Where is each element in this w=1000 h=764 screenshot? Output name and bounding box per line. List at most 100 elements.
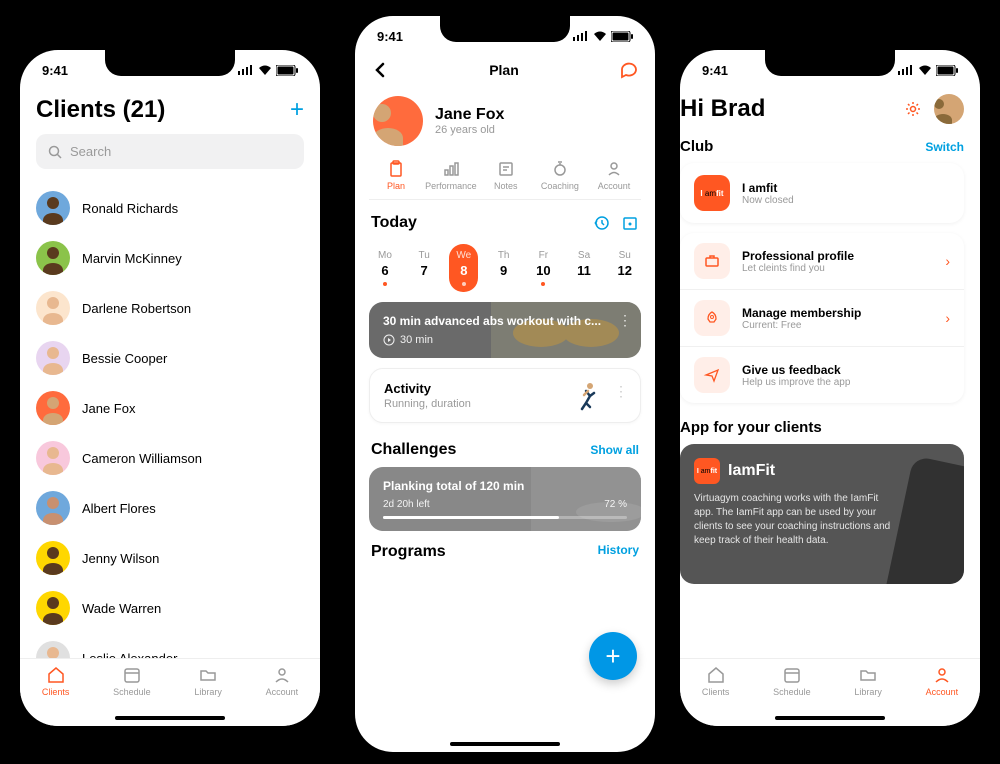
chevron-right-icon: › bbox=[945, 253, 950, 269]
programs-section: Programs History bbox=[369, 531, 641, 621]
tab-notes[interactable]: Notes bbox=[481, 160, 531, 199]
wifi-icon bbox=[918, 65, 932, 75]
day-pill[interactable]: Tu 7 bbox=[412, 244, 437, 292]
client-item[interactable]: Darlene Robertson bbox=[36, 283, 304, 333]
calendar-icon bbox=[782, 665, 802, 685]
day-dot-icon bbox=[541, 282, 545, 286]
signal-icon bbox=[238, 65, 254, 75]
nav-library[interactable]: Library bbox=[854, 665, 882, 712]
history-icon[interactable] bbox=[593, 214, 611, 232]
client-name: Darlene Robertson bbox=[82, 301, 191, 316]
search-input[interactable]: Search bbox=[36, 134, 304, 169]
client-name: Bessie Cooper bbox=[82, 351, 167, 366]
client-item[interactable]: Ronald Richards bbox=[36, 183, 304, 233]
day-num: 6 bbox=[381, 263, 388, 278]
battery-icon bbox=[611, 31, 633, 42]
client-avatar bbox=[36, 391, 70, 425]
person-icon bbox=[272, 665, 292, 685]
progress-fill bbox=[383, 516, 559, 519]
day-abbr: Su bbox=[619, 250, 631, 261]
activity-card[interactable]: Activity Running, duration ⋮ bbox=[369, 368, 641, 423]
back-button[interactable] bbox=[371, 61, 389, 79]
client-item[interactable]: Albert Flores bbox=[36, 483, 304, 533]
nav-account[interactable]: Account bbox=[926, 665, 959, 712]
briefcase-icon bbox=[694, 243, 730, 279]
day-abbr: Tu bbox=[419, 250, 430, 261]
client-item[interactable]: Wade Warren bbox=[36, 583, 304, 633]
day-dot-icon bbox=[383, 282, 387, 286]
nav-schedule[interactable]: Schedule bbox=[773, 665, 811, 712]
client-avatar bbox=[36, 591, 70, 625]
phone-account: 9:41 Hi Brad Club Switch bbox=[668, 38, 992, 738]
club-card-top: I amfit I amfit Now closed bbox=[680, 163, 964, 223]
nav-library[interactable]: Library bbox=[194, 665, 222, 712]
today-section: Today bbox=[369, 200, 641, 240]
day-pill[interactable]: Th9 bbox=[491, 244, 517, 292]
day-pill[interactable]: Mo6 bbox=[371, 244, 399, 292]
plan-header: Plan bbox=[369, 56, 641, 88]
nav-clients[interactable]: Clients bbox=[42, 665, 70, 712]
profile-row[interactable]: Jane Fox 26 years old bbox=[369, 88, 641, 160]
person-icon bbox=[605, 160, 623, 178]
gear-icon[interactable] bbox=[904, 100, 922, 118]
day-pill[interactable]: We8 bbox=[449, 244, 478, 292]
challenge-card[interactable]: Planking total of 120 min 2d 20h left 72… bbox=[369, 467, 641, 531]
activity-menu-icon[interactable]: ⋮ bbox=[614, 383, 628, 400]
client-avatar bbox=[36, 441, 70, 475]
club-item-membership[interactable]: Manage membership Current: Free › bbox=[680, 290, 964, 347]
workout-menu-icon[interactable]: ⋮ bbox=[618, 312, 631, 329]
calendar-add-icon[interactable] bbox=[621, 214, 639, 232]
progress-bar bbox=[383, 516, 627, 519]
day-pill[interactable]: Su12 bbox=[611, 244, 639, 292]
tab-coaching[interactable]: Coaching bbox=[535, 160, 585, 199]
wifi-icon bbox=[258, 65, 272, 75]
day-pill[interactable]: Fr10 bbox=[529, 244, 557, 292]
club-item-profile[interactable]: Professional profile Let cleints find yo… bbox=[680, 233, 964, 290]
nav-schedule[interactable]: Schedule bbox=[113, 665, 151, 712]
clipboard-icon bbox=[387, 160, 405, 178]
challenges-title: Challenges bbox=[371, 441, 456, 459]
nav-account[interactable]: Account bbox=[266, 665, 299, 712]
club-item-feedback[interactable]: Give us feedback Help us improve the app bbox=[680, 347, 964, 403]
nav-clients[interactable]: Clients bbox=[702, 665, 730, 712]
tab-plan[interactable]: Plan bbox=[371, 160, 421, 199]
user-avatar[interactable] bbox=[934, 94, 964, 124]
signal-icon bbox=[573, 31, 589, 41]
profile-avatar bbox=[373, 96, 423, 146]
app-card-desc: Virtuagym coaching works with the IamFit… bbox=[694, 492, 894, 548]
fab-add-button[interactable]: + bbox=[589, 632, 637, 680]
profile-age: 26 years old bbox=[435, 124, 504, 136]
show-all-link[interactable]: Show all bbox=[590, 443, 639, 457]
status-time: 9:41 bbox=[42, 63, 68, 78]
client-item[interactable]: Jane Fox bbox=[36, 383, 304, 433]
client-item[interactable]: Bessie Cooper bbox=[36, 333, 304, 383]
client-name: Ronald Richards bbox=[82, 201, 178, 216]
client-name: Cameron Williamson bbox=[82, 451, 202, 466]
day-pill[interactable]: Sa11 bbox=[570, 244, 598, 292]
chart-icon bbox=[442, 160, 460, 178]
search-placeholder: Search bbox=[70, 144, 111, 159]
add-client-button[interactable]: + bbox=[290, 96, 304, 124]
home-indicator[interactable] bbox=[775, 716, 885, 720]
day-abbr: Fr bbox=[539, 250, 548, 261]
history-link[interactable]: History bbox=[598, 543, 639, 561]
app-card[interactable]: I amfit IamFit Virtuagym coaching works … bbox=[680, 444, 964, 584]
workout-card[interactable]: 30 min advanced abs workout with c... 30… bbox=[369, 302, 641, 358]
client-item[interactable]: Jenny Wilson bbox=[36, 533, 304, 583]
calendar-icon bbox=[122, 665, 142, 685]
client-list: Ronald Richards Marvin McKinney Darlene Ro… bbox=[36, 183, 304, 683]
person-icon bbox=[932, 665, 952, 685]
status-time: 9:41 bbox=[377, 29, 403, 44]
client-item[interactable]: Marvin McKinney bbox=[36, 233, 304, 283]
client-item[interactable]: Cameron Williamson bbox=[36, 433, 304, 483]
runner-icon bbox=[572, 381, 600, 413]
chat-icon[interactable] bbox=[619, 60, 639, 80]
home-indicator[interactable] bbox=[115, 716, 225, 720]
day-num: 7 bbox=[421, 263, 428, 278]
client-avatar bbox=[36, 291, 70, 325]
home-indicator[interactable] bbox=[450, 742, 560, 746]
tab-performance[interactable]: Performance bbox=[425, 160, 477, 199]
tab-account[interactable]: Account bbox=[589, 160, 639, 199]
switch-link[interactable]: Switch bbox=[925, 140, 964, 154]
club-item-iamfit[interactable]: I amfit I amfit Now closed bbox=[680, 163, 964, 223]
